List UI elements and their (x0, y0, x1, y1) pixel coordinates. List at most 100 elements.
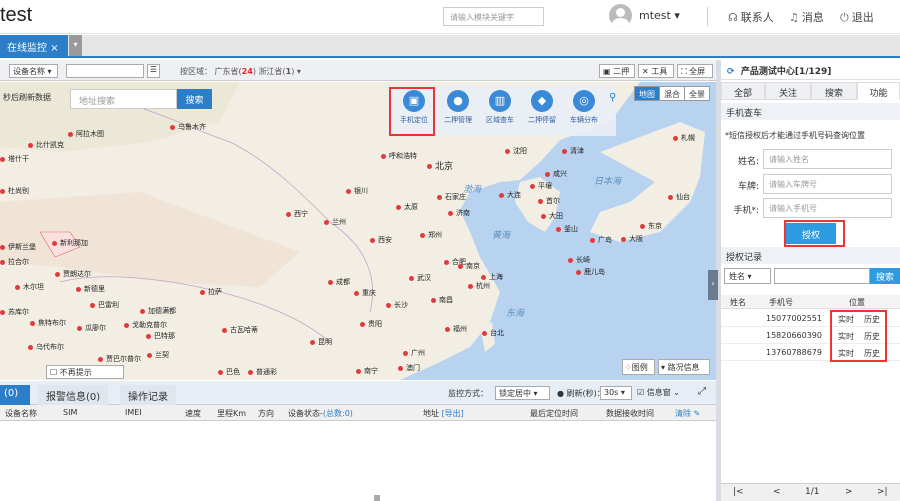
city-marker[interactable]: 乌鲁木齐 (170, 122, 206, 132)
tab-online[interactable]: (0) (0, 385, 30, 405)
city-marker[interactable]: 巴雷利 (90, 300, 119, 310)
tool-two-manage[interactable]: ● 二押管理 (436, 90, 480, 125)
city-marker[interactable]: 太原 (396, 202, 418, 212)
tab-follow[interactable]: 关注 (765, 82, 811, 100)
tools-button[interactable]: ✕ 工具 (638, 64, 674, 78)
city-marker[interactable]: 普通彩 (248, 367, 277, 377)
last-page-button[interactable]: >| (877, 487, 888, 497)
city-marker[interactable]: 长崎 (568, 255, 590, 265)
city-marker[interactable]: 南京 (458, 261, 480, 271)
tool-area-search[interactable]: ▥ 区域查车 (478, 90, 522, 125)
city-marker[interactable]: 台北 (482, 328, 504, 338)
refresh-interval-select[interactable]: 30s ▾ (600, 386, 632, 400)
city-marker[interactable]: 塔什干 (0, 154, 29, 164)
city-marker[interactable]: 银川 (346, 186, 368, 196)
city-marker[interactable]: 瓜廖尔 (77, 323, 106, 333)
traffic-button[interactable]: ▾ 路况信息 (658, 359, 710, 375)
city-marker[interactable]: 新德里 (76, 284, 105, 294)
next-page-button[interactable]: > (845, 487, 853, 497)
map-canvas[interactable]: 秒后刷新数据 地址搜索 搜索 ▣ 手机定位 ● 二押管理 ▥ 区域查车 ◆ 二押停留 ◎… (0, 82, 716, 380)
city-marker[interactable]: 兰州 (324, 217, 346, 227)
city-marker[interactable]: 清津 (562, 146, 584, 156)
list-icon[interactable]: ☰ (147, 64, 160, 78)
device-field-select[interactable]: 设备名称 ▾ (9, 64, 58, 78)
prev-page-button[interactable]: < (773, 487, 781, 497)
two-press-button[interactable]: ▣ 二押 (599, 64, 635, 78)
city-marker[interactable]: 仙台 (668, 192, 690, 202)
tab-search[interactable]: 搜索 (811, 82, 857, 100)
expand-icon[interactable]: ⤢ (698, 386, 706, 397)
legend-button[interactable]: ⁘图例 (622, 359, 655, 375)
first-page-button[interactable]: |< (733, 487, 744, 497)
maptype-hybrid[interactable]: 混合 (659, 86, 685, 101)
pushpin-icon[interactable]: ⚲ (609, 92, 616, 103)
city-marker[interactable]: 沈阳 (505, 146, 527, 156)
dont-show-again-checkbox[interactable]: ☐ 不再提示 (46, 365, 124, 379)
city-marker[interactable]: 重庆 (354, 288, 376, 298)
city-marker[interactable]: 拉合尔 (0, 257, 29, 267)
close-icon[interactable]: × (50, 43, 58, 54)
city-marker[interactable]: 戈勒克普尔 (124, 320, 167, 330)
tab-all[interactable]: 全部 (721, 82, 765, 100)
city-marker[interactable]: 武汉 (409, 273, 431, 283)
module-search-input[interactable]: 请输入模块关键字 (443, 7, 544, 26)
city-marker[interactable]: 首尔 (538, 196, 560, 206)
city-marker[interactable]: 贾巴尔普尔 (98, 354, 141, 364)
city-marker[interactable]: 古瓦哈蒂 (222, 325, 258, 335)
city-marker[interactable]: 札幌 (673, 133, 695, 143)
export-link[interactable]: [导出] (442, 409, 464, 418)
city-marker[interactable]: 咸兴 (545, 169, 567, 179)
city-marker[interactable]: 苏库尔 (0, 307, 29, 317)
city-marker[interactable]: 大连 (499, 190, 521, 200)
tool-vehicle-distribution[interactable]: ◎ 车辆分布 (562, 90, 606, 125)
city-marker[interactable]: 长沙 (386, 300, 408, 310)
city-marker[interactable]: 大阪 (621, 234, 643, 244)
city-marker[interactable]: 新利那加 (52, 238, 88, 248)
city-marker[interactable]: 杭州 (468, 281, 490, 291)
resize-handle[interactable] (374, 495, 380, 501)
city-marker[interactable]: 乌代布尔 (28, 342, 64, 352)
clear-link[interactable]: 清除 ✎ (675, 408, 700, 419)
city-marker[interactable]: 南宁 (356, 366, 378, 376)
city-marker[interactable]: 昆明 (310, 337, 332, 347)
capital-marker[interactable]: 北京 (427, 159, 453, 172)
city-marker[interactable]: 石家庄 (437, 192, 466, 202)
record-search-button[interactable]: 搜索 (870, 268, 900, 284)
phone-input[interactable]: 请输入手机号 (763, 198, 892, 218)
city-marker[interactable]: 福州 (445, 324, 467, 334)
city-marker[interactable]: 比什凯克 (28, 140, 64, 150)
messages-link[interactable]: ♫ 消息 (789, 9, 824, 25)
city-marker[interactable]: 东京 (640, 221, 662, 231)
tab-online-monitor[interactable]: 在线监控 × (0, 35, 68, 56)
city-marker[interactable]: 拉萨 (200, 287, 222, 297)
tab-function[interactable]: 功能 (857, 82, 900, 100)
avatar[interactable] (609, 4, 632, 27)
logout-link[interactable]: ⏻ 退出 (840, 9, 874, 25)
refresh-icon[interactable]: ⟳ (727, 67, 735, 77)
city-marker[interactable]: 西安 (370, 235, 392, 245)
city-marker[interactable]: 贾朗达尔 (55, 269, 91, 279)
city-marker[interactable]: 巴特那 (146, 331, 175, 341)
fullscreen-button[interactable]: ⛶ 全屏 (677, 64, 713, 78)
city-marker[interactable]: 西宁 (286, 209, 308, 219)
region-zhejiang[interactable]: 浙江省(1) ▾ (258, 67, 300, 76)
city-marker[interactable]: 呼和浩特 (381, 151, 417, 161)
tab-alarm[interactable]: 报警信息(0) (38, 385, 109, 405)
city-marker[interactable]: 贵阳 (360, 319, 382, 329)
city-marker[interactable]: 焦特布尔 (30, 318, 66, 328)
record-field-select[interactable]: 姓名 ▾ (724, 268, 771, 284)
tab-dropdown-button[interactable]: ▾ (69, 35, 82, 56)
city-marker[interactable]: 广州 (403, 348, 425, 358)
device-search-input[interactable] (66, 64, 144, 78)
region-guangdong[interactable]: 广东省(24) (215, 67, 256, 76)
city-marker[interactable]: 加德满都 (140, 306, 176, 316)
city-marker[interactable]: 木尔坦 (15, 282, 44, 292)
maptype-map[interactable]: 地图 (634, 86, 660, 101)
city-marker[interactable]: 南昌 (431, 295, 453, 305)
city-marker[interactable]: 澳门 (398, 363, 420, 373)
city-marker[interactable]: 釜山 (556, 224, 578, 234)
city-marker[interactable]: 广岛 (590, 235, 612, 245)
info-window-toggle[interactable]: ☑ 信息窗 ⌄ (637, 387, 680, 398)
monitor-mode-select[interactable]: 锁定居中 ▾ (495, 386, 550, 400)
city-marker[interactable]: 伊斯兰堡 (0, 242, 36, 252)
